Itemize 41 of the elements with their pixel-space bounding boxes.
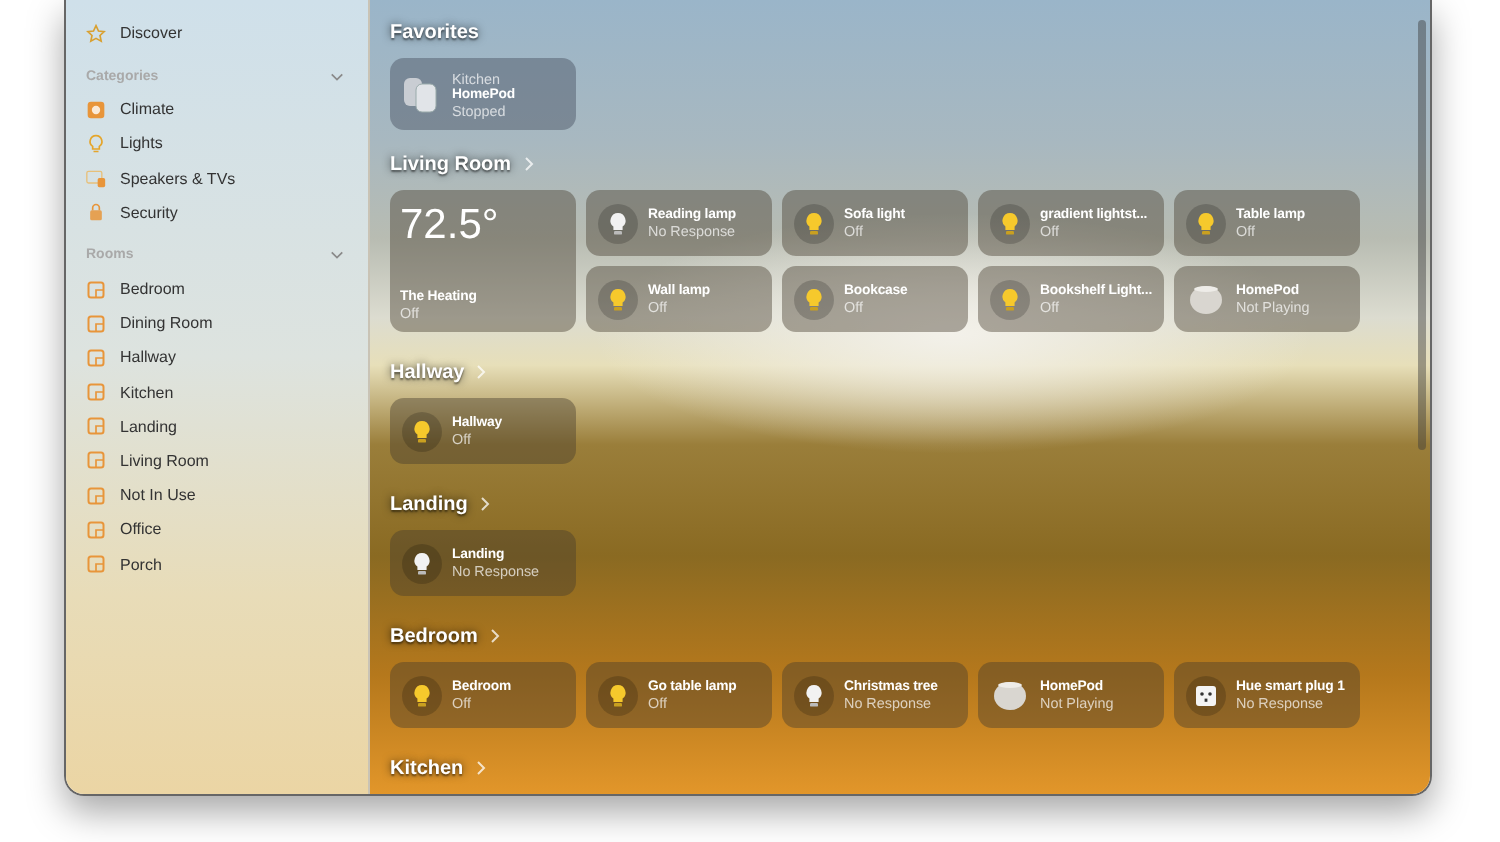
bulb-icon — [86, 133, 106, 154]
sidebar-item[interactable]: Kitchen — [120, 383, 174, 402]
speakers-icon — [402, 74, 442, 114]
lock-icon — [86, 202, 106, 223]
chevron-right-icon[interactable] — [475, 760, 486, 776]
room-icon — [86, 485, 106, 506]
sidebar-item[interactable]: Porch — [120, 555, 162, 574]
sidebar-item[interactable]: Landing — [120, 417, 177, 436]
outlet-icon — [1186, 675, 1226, 715]
sidebar-item[interactable]: Discover — [120, 24, 183, 43]
sidebar-item[interactable]: Not In Use — [120, 486, 196, 505]
section-title[interactable]: Landing — [390, 493, 468, 515]
chevron-right-icon[interactable] — [476, 364, 487, 380]
room-icon — [86, 313, 106, 334]
chevron-right-icon[interactable] — [489, 628, 500, 644]
room-icon — [86, 382, 106, 403]
scrollbar[interactable] — [1418, 20, 1426, 450]
chevron-down-icon[interactable] — [330, 71, 344, 82]
room-icon — [86, 279, 106, 300]
sidebar-item[interactable]: Dining Room — [120, 314, 213, 333]
sidebar-item[interactable]: Climate — [120, 100, 175, 119]
star-icon — [86, 23, 106, 44]
speaker-icon — [86, 168, 106, 189]
chevron-right-icon[interactable] — [479, 496, 490, 512]
room-icon — [86, 450, 106, 471]
sidebar-item[interactable]: Lights — [120, 134, 163, 153]
room-icon — [86, 347, 106, 368]
room-icon — [86, 554, 106, 575]
sidebar-item[interactable]: Hallway — [120, 348, 177, 367]
sidebar-item[interactable]: Living Room — [120, 451, 209, 470]
room-icon — [86, 519, 106, 540]
room-icon — [86, 416, 106, 437]
chevron-down-icon[interactable] — [330, 250, 344, 261]
temperature-reading: 72.5° — [400, 202, 499, 250]
sidebar-item[interactable]: Speakers & TVs — [120, 169, 236, 188]
chevron-right-icon[interactable] — [523, 156, 534, 172]
sidebar-item[interactable]: Security — [120, 203, 178, 222]
section-title: Favorites — [390, 21, 479, 43]
sidebar-item[interactable]: Office — [120, 520, 162, 539]
section-title[interactable]: Bedroom — [390, 625, 478, 647]
sidebar-item[interactable]: Bedroom — [120, 280, 185, 299]
